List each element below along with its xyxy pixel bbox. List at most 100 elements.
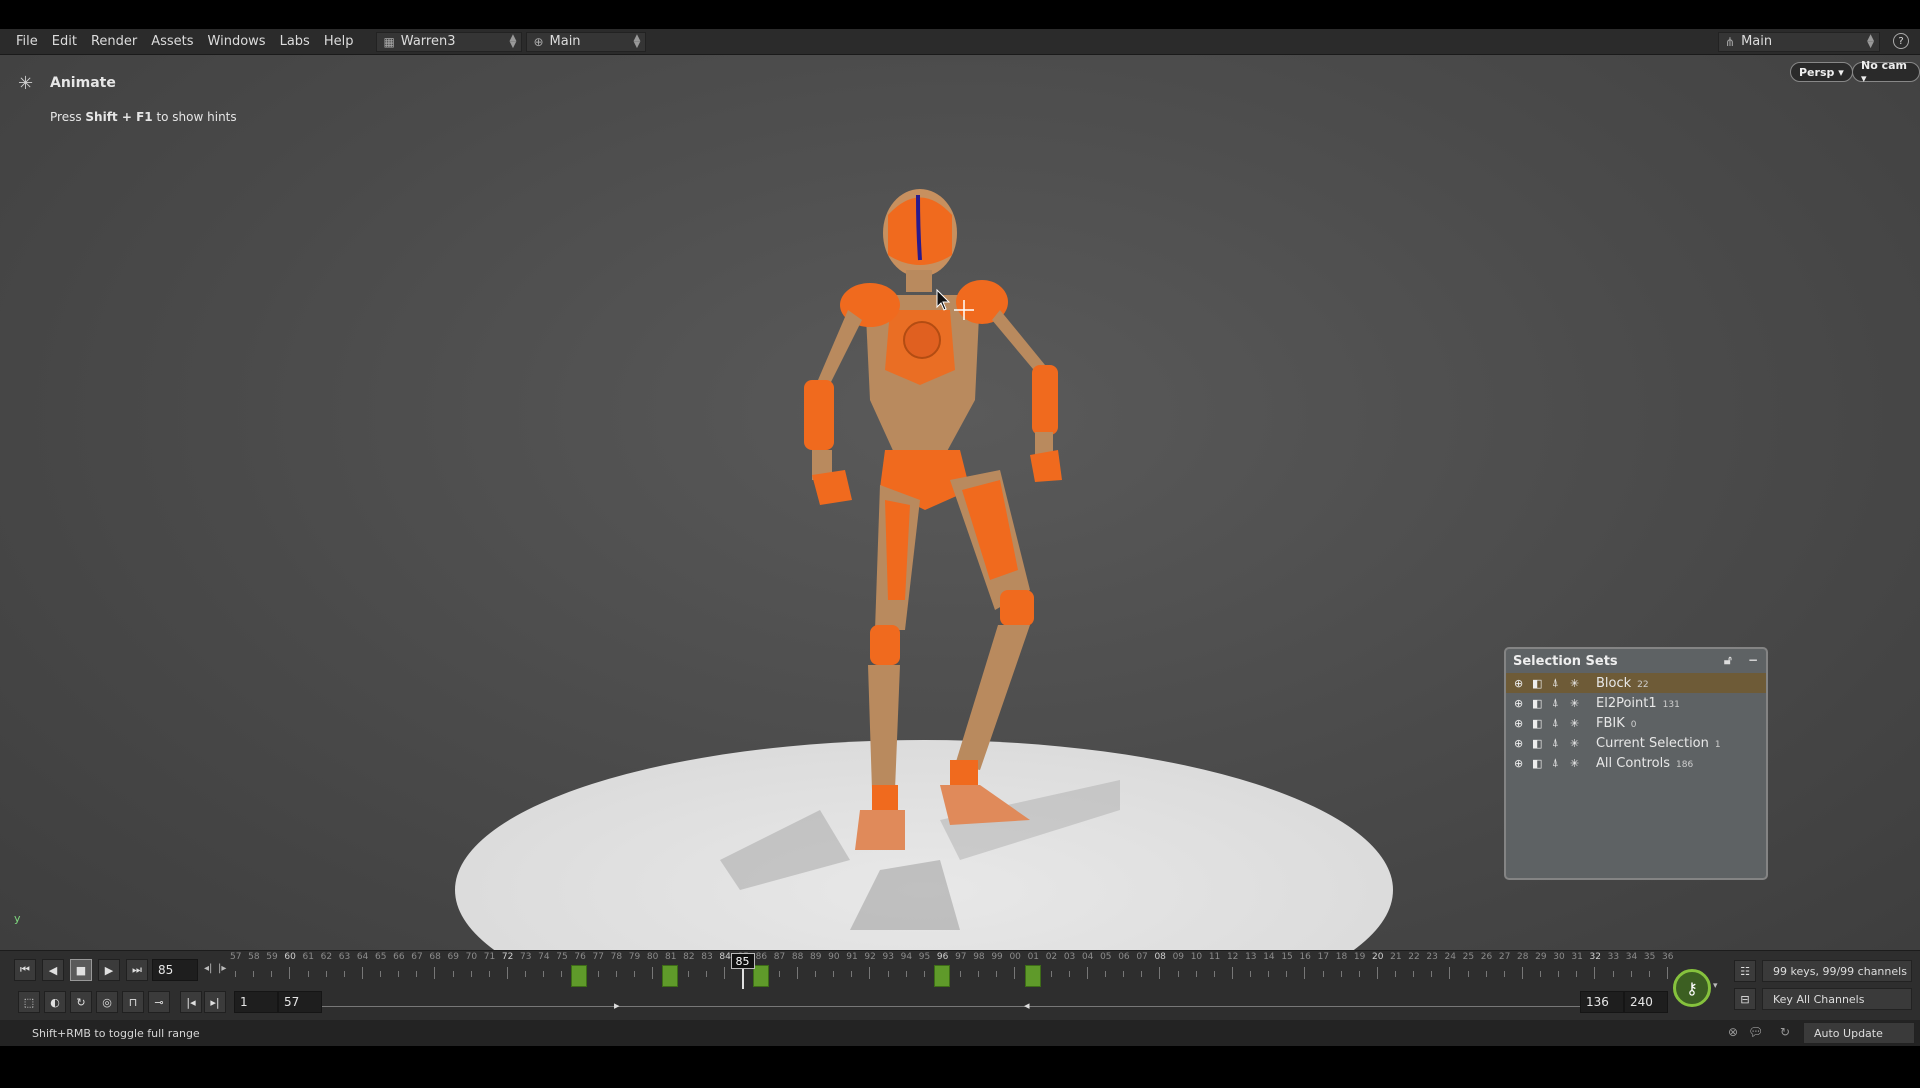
update-mode-dropdown[interactable]: Auto Update xyxy=(1803,1022,1915,1044)
ruler-tick-label: 59 xyxy=(266,952,278,962)
question-icon[interactable]: ? xyxy=(1893,33,1909,49)
select-icon[interactable]: ◧ xyxy=(1532,677,1542,690)
ruler-tick-label: 09 xyxy=(1172,952,1185,962)
channel-list-button[interactable]: ☷ xyxy=(1734,960,1756,982)
ruler-tick-label: 89 xyxy=(810,952,822,962)
menu-windows[interactable]: Windows xyxy=(201,34,273,49)
pin-icon[interactable]: ✳ xyxy=(1570,757,1579,770)
keys-info-dropdown[interactable]: 99 keys, 99/99 channels xyxy=(1762,960,1912,982)
keyframe-marker[interactable] xyxy=(662,965,679,987)
ruler-tick-label: 90 xyxy=(828,952,840,962)
range-end-field-a[interactable]: 136 xyxy=(1580,991,1624,1013)
realtime-button[interactable]: ◎ xyxy=(96,991,118,1013)
ruler-tick-label: 61 xyxy=(302,952,314,962)
selection-set-row[interactable]: ⊕ ◧ ⍋ ✳ All Controls 186 xyxy=(1506,753,1766,773)
keyframe-marker[interactable] xyxy=(752,965,769,987)
rig-icon[interactable]: ⍋ xyxy=(1552,696,1559,710)
add-icon[interactable]: ⊕ xyxy=(1514,717,1523,730)
add-icon[interactable]: ⊕ xyxy=(1514,737,1523,750)
menu-labs[interactable]: Labs xyxy=(273,34,317,49)
ruler-tick xyxy=(796,967,798,979)
selection-set-row[interactable]: ⊕ ◧ ⍋ ✳ Block 22 xyxy=(1506,673,1766,693)
keyframe-marker[interactable] xyxy=(571,965,588,987)
loop-button[interactable]: ↻ xyxy=(70,991,92,1013)
range-slider[interactable] xyxy=(322,1006,1580,1007)
lock-icon[interactable]: 🔓︎ xyxy=(1724,653,1732,668)
chat-icon[interactable]: 💬︎ xyxy=(1748,1025,1763,1039)
play-reverse-button[interactable]: ◀ xyxy=(42,959,64,981)
range-end-field-b[interactable]: 240 xyxy=(1624,991,1668,1013)
refresh-icon[interactable]: ↻ xyxy=(1780,1025,1790,1039)
add-icon[interactable]: ⊕ xyxy=(1514,757,1523,770)
desktop-dropdown[interactable]: ▦ Warren3 ▲ ▼ xyxy=(376,31,523,52)
key-mode-dropdown[interactable]: Key All Channels xyxy=(1762,988,1912,1010)
stop-button[interactable]: ■ xyxy=(70,959,92,981)
add-icon[interactable]: ⊕ xyxy=(1514,697,1523,710)
range-options-button[interactable]: ⊸ xyxy=(148,991,170,1013)
prev-key-button[interactable]: |◂ xyxy=(180,991,202,1013)
timeline-ruler[interactable]: 57 58 59 60 61 62 63 64 65 66 67 68 69 70 71 72 73 74 75 76… xyxy=(230,951,1673,989)
next-key-button[interactable]: ▸| xyxy=(204,991,226,1013)
jump-end-button[interactable]: ⏭ xyxy=(126,959,148,981)
select-icon[interactable]: ◧ xyxy=(1532,737,1542,750)
selection-set-row[interactable]: ⊕ ◧ ⍋ ✳ Current Selection 1 xyxy=(1506,733,1766,753)
current-frame-field[interactable]: 85 xyxy=(152,959,198,981)
right-context-dropdown[interactable]: ⋔ Main ▲ ▼ xyxy=(1718,31,1880,52)
rig-icon[interactable]: ⍋ xyxy=(1552,676,1559,690)
pin-icon[interactable]: ✳ xyxy=(1570,697,1579,710)
scene-viewport[interactable]: ✳ Animate Press Shift + F1 to show hints… xyxy=(0,55,1920,950)
pin-icon[interactable]: ✳ xyxy=(1570,737,1579,750)
perspective-button[interactable]: Persp ▾ xyxy=(1790,62,1853,82)
menu-file[interactable]: File xyxy=(0,34,45,49)
range-sub-field[interactable]: 57 xyxy=(278,991,322,1013)
selection-set-row[interactable]: ⊕ ◧ ⍋ ✳ El2Point1 131 xyxy=(1506,693,1766,713)
network-status-icon[interactable]: ⊗ xyxy=(1728,1025,1738,1039)
add-icon[interactable]: ⊕ xyxy=(1514,677,1523,690)
key-options-chevron-icon[interactable]: ▾ xyxy=(1713,981,1718,991)
menu-render[interactable]: Render xyxy=(84,34,144,49)
ruler-tick-label: 29 xyxy=(1535,952,1547,962)
rig-icon[interactable]: ⍋ xyxy=(1552,736,1559,750)
selection-set-row[interactable]: ⊕ ◧ ⍋ ✳ FBIK 0 xyxy=(1506,713,1766,733)
step-forward-icon[interactable]: |▸ xyxy=(218,963,226,974)
keyframe-marker[interactable] xyxy=(1024,965,1041,987)
menu-edit[interactable]: Edit xyxy=(45,34,84,49)
ruler-icon: ⊓ xyxy=(128,995,138,1009)
set-key-button[interactable]: ⚷ xyxy=(1673,969,1711,1007)
rig-icon[interactable]: ⍋ xyxy=(1552,756,1559,770)
range-left-handle[interactable]: ▸ xyxy=(614,999,620,1012)
range-right-handle[interactable]: ◂ xyxy=(1024,999,1030,1012)
menu-help[interactable]: Help xyxy=(317,34,361,49)
scope-button[interactable]: ⬚ xyxy=(18,991,40,1013)
key-mode-button[interactable]: ⊟ xyxy=(1734,988,1756,1010)
character-figure[interactable] xyxy=(700,170,1120,950)
ruler-tick xyxy=(307,971,309,977)
ruler-tick-label: 60 xyxy=(284,952,296,962)
audio-button[interactable]: ◐ xyxy=(44,991,66,1013)
ruler-tick xyxy=(1304,967,1306,979)
current-frame-indicator[interactable]: 85 xyxy=(730,953,755,969)
selection-set-label-text: Block xyxy=(1596,675,1632,691)
select-icon[interactable]: ◧ xyxy=(1532,697,1542,710)
rig-icon[interactable]: ⍋ xyxy=(1552,716,1559,730)
pin-icon[interactable]: ✳ xyxy=(1570,717,1579,730)
keyframe-marker[interactable] xyxy=(933,965,950,987)
pin-icon[interactable]: ✳ xyxy=(1570,677,1579,690)
minimize-icon[interactable]: − xyxy=(1748,653,1758,667)
step-back-icon[interactable]: ◂| xyxy=(204,963,212,974)
range-start-field[interactable]: 1 xyxy=(234,991,278,1013)
ruler-options-button[interactable]: ⊓ xyxy=(122,991,144,1013)
jump-start-button[interactable]: ⏮ xyxy=(14,959,36,981)
ruler-tick xyxy=(1250,971,1252,977)
ruler-tick xyxy=(1467,971,1469,977)
ruler-tick xyxy=(724,967,726,979)
camera-button[interactable]: No cam ▾ xyxy=(1852,59,1920,85)
play-forward-button[interactable]: ▶ xyxy=(98,959,120,981)
context-dropdown[interactable]: ⊕ Main ▲ ▼ xyxy=(526,31,647,52)
menu-assets[interactable]: Assets xyxy=(144,34,200,49)
ruler-tick xyxy=(651,967,653,979)
context-dropdown-value: Main xyxy=(549,34,581,49)
ruler-tick-label: 93 xyxy=(882,952,894,962)
select-icon[interactable]: ◧ xyxy=(1532,717,1542,730)
select-icon[interactable]: ◧ xyxy=(1532,757,1542,770)
